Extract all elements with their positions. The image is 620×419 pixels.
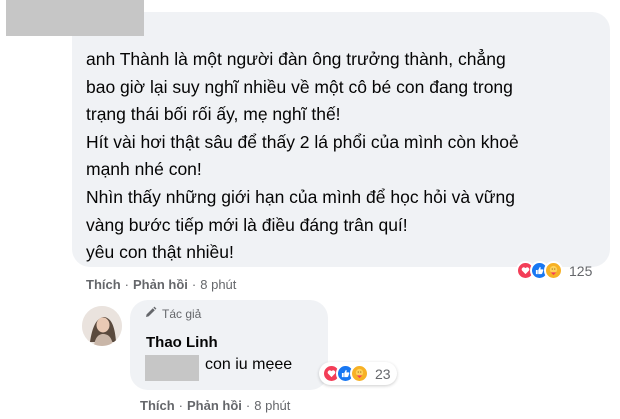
separator: · (124, 277, 130, 292)
avatar[interactable] (82, 306, 122, 346)
timestamp[interactable]: 8 phút (254, 398, 290, 413)
comment-reactions[interactable]: 125 (516, 261, 592, 280)
reaction-count: 125 (569, 262, 593, 279)
comment-line: Nhìn thấy những giới hạn của mình để học… (86, 186, 515, 207)
author-badge-label: Tác giả (162, 307, 202, 321)
reply-link[interactable]: Phản hồi (187, 398, 242, 413)
comment-line: Hít vài hơi thật sâu để thấy 2 lá phổi c… (86, 131, 519, 152)
comment-line: trạng thái bối rối ấy, mẹ nghĩ thế! (86, 104, 341, 125)
separator: · (191, 277, 197, 292)
separator: · (245, 398, 251, 413)
like-link[interactable]: Thích (140, 398, 175, 413)
reaction-count: 23 (375, 365, 391, 382)
like-link[interactable]: Thích (86, 277, 121, 292)
separator: · (178, 398, 184, 413)
reply-reactions[interactable]: 23 (319, 362, 397, 385)
author-badge: Tác giả (144, 306, 201, 322)
reply-link[interactable]: Phản hồi (133, 277, 188, 292)
comment-line: anh Thành là một người đàn ông trưởng th… (86, 49, 506, 69)
comment-line: bao giờ lại suy nghĩ nhiều về một cô bé … (86, 76, 513, 97)
comment-actions: Thích · Phản hồi · 8 phút (86, 277, 236, 292)
redacted-mention (145, 355, 199, 381)
comment-text: anh Thành là một người đàn ông trưởng th… (86, 46, 604, 267)
reply-text: con iu mẹee (205, 356, 293, 373)
redacted-commenter-name (6, 0, 144, 36)
care-reaction-icon (350, 364, 369, 383)
pencil-icon (144, 306, 157, 322)
care-reaction-icon (544, 261, 563, 280)
comment-line: vàng bước tiếp mới là điều đáng trân quí… (86, 214, 408, 235)
avatar-image (82, 306, 122, 346)
reply-actions: Thích · Phản hồi · 8 phút (140, 398, 290, 413)
comment-line: mạnh nhé con! (86, 159, 202, 180)
reply-author-name[interactable]: Thao Linh (146, 334, 218, 351)
timestamp[interactable]: 8 phút (200, 277, 236, 292)
